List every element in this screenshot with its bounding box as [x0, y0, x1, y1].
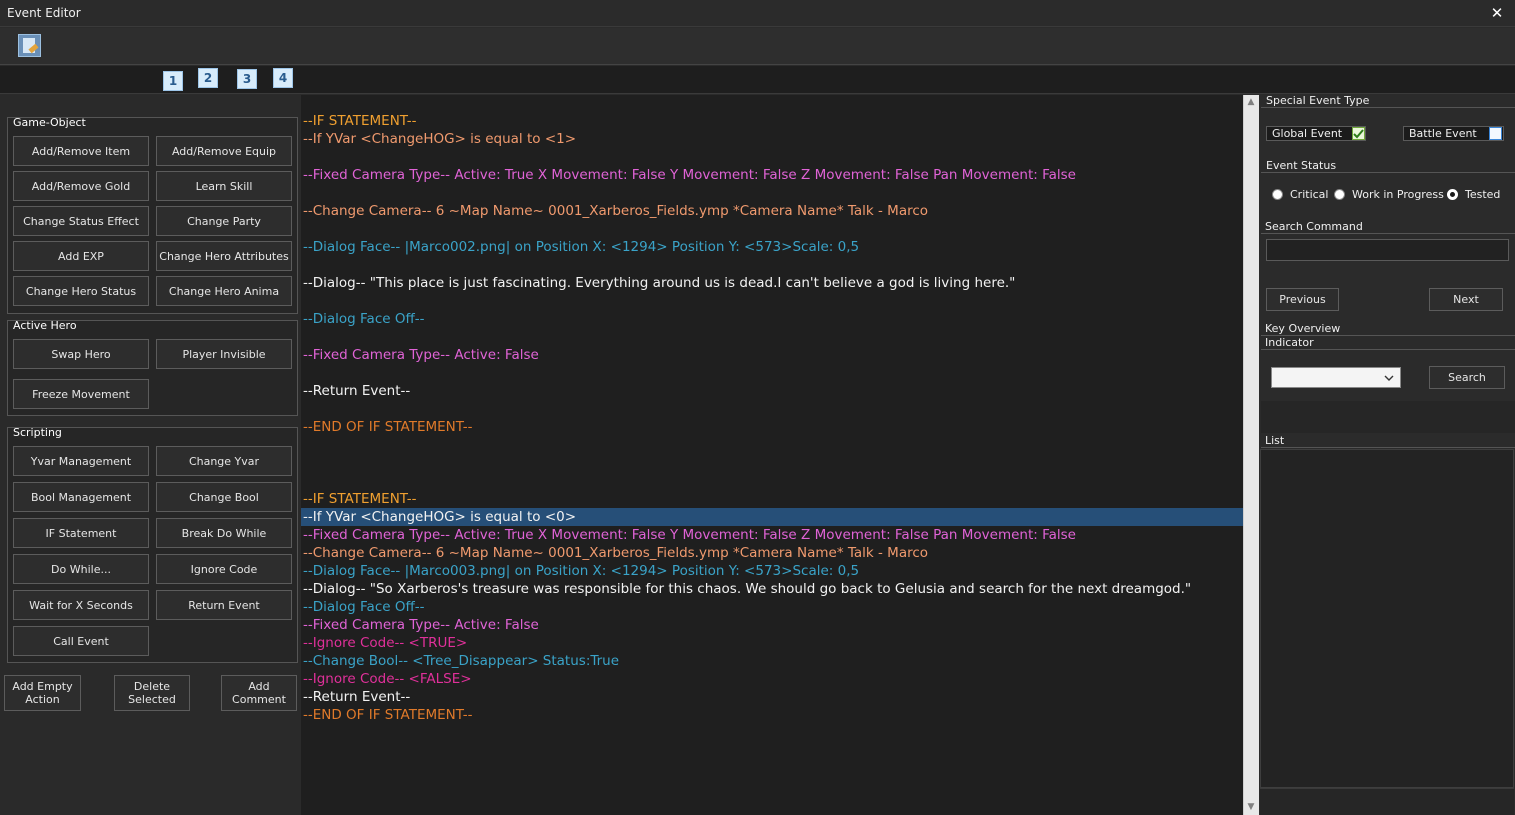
page-tab-4[interactable]: 4 [273, 68, 293, 88]
indicator-header: Indicator [1261, 336, 1515, 350]
previous-button[interactable]: Previous [1266, 288, 1339, 311]
script-line[interactable]: --IF STATEMENT-- [303, 491, 417, 507]
indicator-spacer [1261, 401, 1515, 433]
add-remove-equip-button[interactable]: Add/Remove Equip [156, 136, 292, 166]
scroll-down-icon[interactable]: ▼ [1243, 800, 1259, 814]
critical-label: Critical [1290, 188, 1329, 201]
call-event-button[interactable]: Call Event [13, 626, 149, 656]
script-line[interactable]: --Change Camera-- 6 ~Map Name~ 0001_Xarb… [303, 203, 928, 219]
swap-hero-button[interactable]: Swap Hero [13, 339, 149, 369]
ignore-code-button[interactable]: Ignore Code [156, 554, 292, 584]
script-line[interactable]: --Dialog Face Off-- [303, 599, 425, 615]
script-line[interactable]: --Ignore Code-- <FALSE> [303, 671, 472, 687]
tested-label: Tested [1465, 188, 1501, 201]
change-hero-attributes-button[interactable]: Change Hero Attributes [156, 241, 292, 271]
work-in-progress-label: Work in Progress [1352, 188, 1444, 201]
list-header: List [1261, 434, 1515, 448]
group-title: Scripting [13, 426, 62, 439]
add-remove-gold-button[interactable]: Add/Remove Gold [13, 171, 149, 201]
script-line[interactable]: --IF STATEMENT-- [303, 113, 417, 129]
add-empty-action-button[interactable]: Add Empty Action [4, 675, 81, 711]
change-party-button[interactable]: Change Party [156, 206, 292, 236]
page-tab-3[interactable]: 3 [237, 69, 257, 89]
title-bar [0, 0, 1515, 27]
event-status-header: Event Status [1261, 159, 1515, 173]
script-line[interactable]: --Fixed Camera Type-- Active: True X Mov… [303, 167, 1076, 183]
chevron-down-icon [1384, 375, 1394, 381]
change-yvar-button[interactable]: Change Yvar [156, 446, 292, 476]
toolbar [0, 28, 1515, 65]
script-line[interactable]: --Dialog-- "So Xarberos's treasure was r… [303, 581, 1191, 597]
delete-selected-button[interactable]: Delete Selected [114, 675, 190, 711]
button-label-line: Action [25, 693, 60, 706]
freeze-movement-button[interactable]: Freeze Movement [13, 379, 149, 409]
change-hero-status-button[interactable]: Change Hero Status [13, 276, 149, 306]
group-title: Active Hero [13, 319, 77, 332]
group-title: Game-Object [13, 116, 86, 129]
break-do-while-button[interactable]: Break Do While [156, 518, 292, 548]
player-invisible-button[interactable]: Player Invisible [156, 339, 292, 369]
change-status-effect-button[interactable]: Change Status Effect [13, 206, 149, 236]
script-line[interactable]: --Fixed Camera Type-- Active: False [303, 347, 539, 363]
page-tab-bar [0, 66, 1515, 94]
script-line[interactable]: --Ignore Code-- <TRUE> [303, 635, 467, 651]
button-label-line: Add [248, 680, 270, 693]
add-exp-button[interactable]: Add EXP [13, 241, 149, 271]
global-event-checkbox[interactable]: Global Event [1266, 126, 1366, 141]
script-line[interactable]: --Fixed Camera Type-- Active: True X Mov… [303, 527, 1076, 543]
if-statement-button[interactable]: IF Statement [13, 518, 149, 548]
page-tab-2[interactable]: 2 [198, 68, 218, 88]
checkbox-empty-icon[interactable] [1489, 127, 1502, 140]
key-list[interactable] [1260, 449, 1514, 788]
editor-scrollbar[interactable] [1243, 95, 1259, 815]
battle-event-label: Battle Event [1409, 127, 1477, 140]
checkbox-checked-icon[interactable] [1352, 127, 1365, 140]
script-line-selected[interactable]: --If YVar <ChangeHOG> is equal to <0> [303, 509, 576, 525]
scroll-up-icon[interactable]: ▲ [1243, 95, 1259, 109]
script-line[interactable]: --Return Event-- [303, 383, 410, 399]
button-label-line: Delete [133, 680, 171, 693]
global-event-label: Global Event [1272, 127, 1343, 140]
edit-document-icon[interactable] [18, 34, 41, 57]
change-hero-anima-button[interactable]: Change Hero Anima [156, 276, 292, 306]
script-line[interactable]: --Change Camera-- 6 ~Map Name~ 0001_Xarb… [303, 545, 928, 561]
indicator-select[interactable] [1271, 367, 1401, 388]
wait-for-x-seconds-button[interactable]: Wait for X Seconds [13, 590, 149, 620]
search-button[interactable]: Search [1429, 366, 1505, 389]
special-event-type-header: Special Event Type [1261, 94, 1515, 108]
script-line[interactable]: --END OF IF STATEMENT-- [303, 707, 473, 723]
yvar-management-button[interactable]: Yvar Management [13, 446, 149, 476]
add-comment-button[interactable]: Add Comment [221, 675, 297, 711]
script-line[interactable]: --Dialog-- "This place is just fascinati… [303, 275, 1015, 291]
page-tab-1[interactable]: 1 [163, 71, 183, 91]
script-line[interactable]: --Change Bool-- <Tree_Disappear> Status:… [303, 653, 619, 669]
do-while-button[interactable]: Do While... [13, 554, 149, 584]
script-line[interactable]: --Dialog Face-- |Marco003.png| on Positi… [303, 563, 859, 579]
radio-critical[interactable] [1272, 189, 1283, 200]
radio-tested[interactable] [1447, 189, 1458, 200]
radio-work-in-progress[interactable] [1334, 189, 1345, 200]
learn-skill-button[interactable]: Learn Skill [156, 171, 292, 201]
button-label-line: Selected [128, 693, 176, 706]
script-line[interactable]: --If YVar <ChangeHOG> is equal to <1> [303, 131, 576, 147]
key-overview-header: Key Overview [1261, 322, 1515, 336]
close-icon[interactable]: ✕ [1488, 4, 1506, 22]
list-footer [1260, 788, 1514, 815]
button-label-line: Comment [232, 693, 286, 706]
script-line[interactable]: --Return Event-- [303, 689, 410, 705]
change-bool-button[interactable]: Change Bool [156, 482, 292, 512]
button-label-line: Add Empty [12, 680, 73, 693]
bool-management-button[interactable]: Bool Management [13, 482, 149, 512]
return-event-button[interactable]: Return Event [156, 590, 292, 620]
search-command-input[interactable] [1266, 239, 1509, 261]
window-title: Event Editor [7, 6, 81, 20]
script-line[interactable]: --Dialog Face Off-- [303, 311, 425, 327]
script-line[interactable]: --Fixed Camera Type-- Active: False [303, 617, 539, 633]
script-line[interactable]: --Dialog Face-- |Marco002.png| on Positi… [303, 239, 859, 255]
next-button[interactable]: Next [1429, 288, 1503, 311]
add-remove-item-button[interactable]: Add/Remove Item [13, 136, 149, 166]
search-command-header: Search Command [1261, 220, 1515, 234]
script-line[interactable]: --END OF IF STATEMENT-- [303, 419, 473, 435]
